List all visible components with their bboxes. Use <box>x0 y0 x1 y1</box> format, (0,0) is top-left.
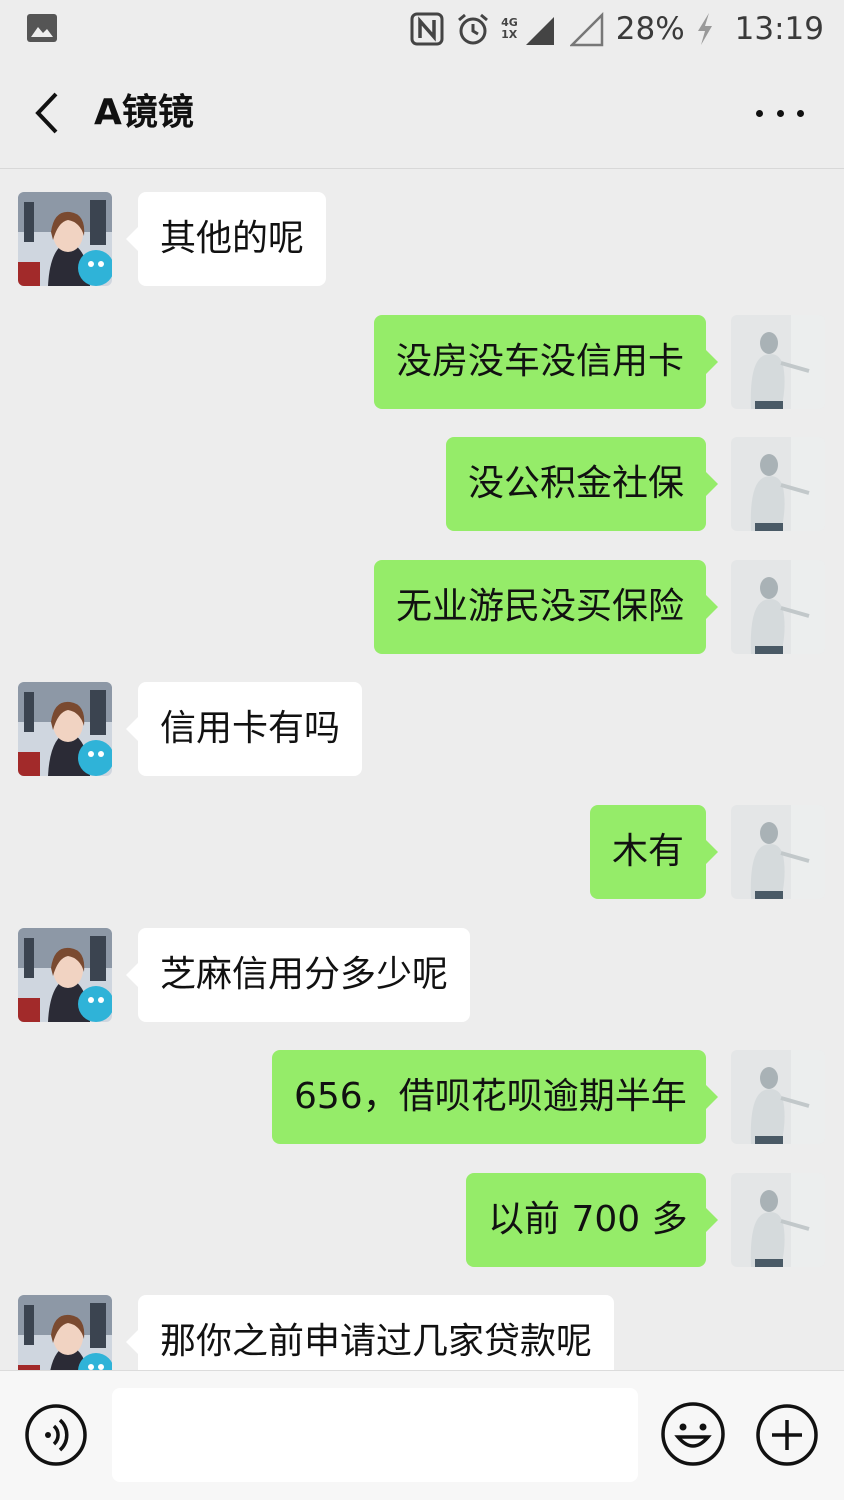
my-avatar[interactable] <box>731 560 825 654</box>
incoming-message-bubble[interactable]: 芝麻信用分多少呢 <box>126 928 470 1022</box>
outgoing-message-bubble[interactable]: 无业游民没买保险 <box>374 560 718 654</box>
status-bar: 4G 1X 28% 13:19 <box>0 0 844 58</box>
my-avatar[interactable] <box>731 437 825 531</box>
my-avatar[interactable] <box>731 1050 825 1144</box>
chat-header: A镜镜 <box>0 58 844 169</box>
emoji-icon[interactable] <box>660 1401 726 1467</box>
clock: 13:19 <box>734 11 824 47</box>
plus-icon[interactable] <box>755 1403 819 1467</box>
contact-avatar[interactable] <box>18 192 112 286</box>
chat-title: A镜镜 <box>94 92 194 133</box>
incoming-message-bubble[interactable]: 那你之前申请过几家贷款呢 <box>126 1295 614 1370</box>
my-avatar[interactable] <box>731 1173 825 1267</box>
message-list[interactable]: 其他的呢 没房没车没信用卡没公积金社保无业游民没买保险 信用卡有吗木有芝麻信用分多少… <box>0 169 844 1370</box>
my-avatar[interactable] <box>731 315 825 409</box>
more-dots-icon[interactable] <box>756 98 804 128</box>
incoming-message-bubble[interactable]: 其他的呢 <box>126 192 326 286</box>
my-avatar[interactable] <box>731 805 825 899</box>
message-input[interactable] <box>112 1388 638 1482</box>
outgoing-message-bubble[interactable]: 没公积金社保 <box>446 437 718 531</box>
voice-icon[interactable] <box>24 1403 88 1467</box>
chat-screen: 4G 1X 28% 13:19 A镜镜 其他的呢 没房没车没信用卡没公积金社保无业… <box>0 0 844 1500</box>
network-indicator: 4G 1X <box>501 17 518 41</box>
incoming-message-bubble[interactable]: 信用卡有吗 <box>126 682 362 776</box>
input-bar <box>0 1370 844 1500</box>
signal-icon <box>525 17 554 45</box>
contact-avatar[interactable] <box>18 1295 112 1370</box>
battery-percentage: 28% <box>615 11 685 47</box>
charging-icon <box>697 13 712 45</box>
outgoing-message-bubble[interactable]: 以前 700 多 <box>466 1173 718 1267</box>
outgoing-message-bubble[interactable]: 木有 <box>590 805 718 899</box>
contact-avatar[interactable] <box>18 928 112 1022</box>
nfc-icon <box>410 12 444 46</box>
network-bottom-label: 1X <box>501 28 518 41</box>
status-icons: 4G 1X 28% 13:19 <box>409 8 824 50</box>
chevron-left-icon[interactable] <box>28 88 68 138</box>
gallery-icon <box>27 14 57 42</box>
outgoing-message-bubble[interactable]: 656，借呗花呗逾期半年 <box>272 1050 718 1144</box>
signal-empty-icon <box>569 11 603 47</box>
outgoing-message-bubble[interactable]: 没房没车没信用卡 <box>374 315 718 409</box>
contact-avatar[interactable] <box>18 682 112 776</box>
alarm-icon <box>458 13 489 45</box>
